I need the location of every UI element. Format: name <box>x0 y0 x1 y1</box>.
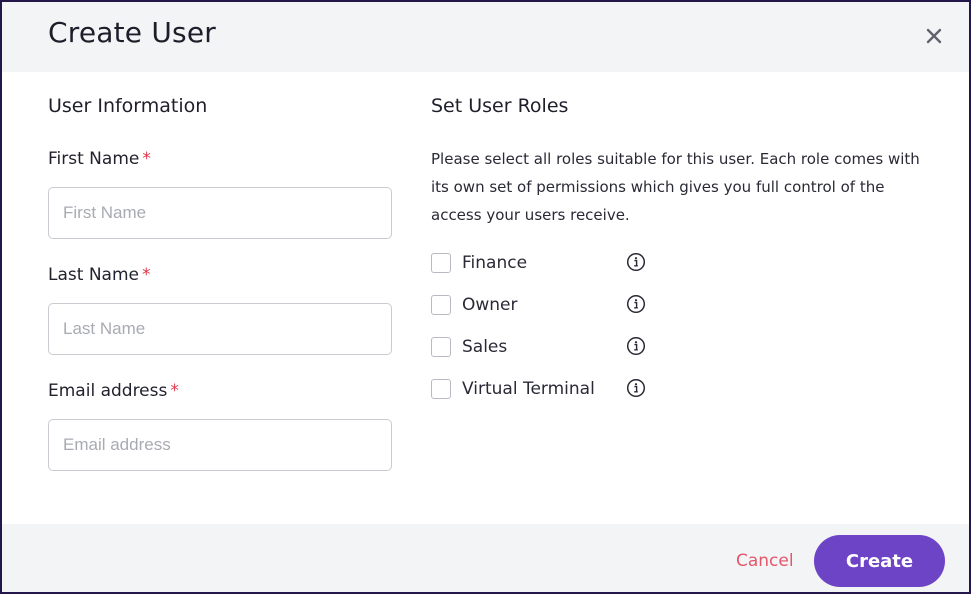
last-name-input[interactable] <box>48 303 392 355</box>
last-name-label: Last Name * <box>48 265 150 285</box>
sales-checkbox[interactable] <box>431 337 451 357</box>
role-finance[interactable]: Finance <box>431 252 527 274</box>
last-name-label-text: Last Name <box>48 265 139 285</box>
virtual-terminal-checkbox[interactable] <box>431 379 451 399</box>
user-information-title: User Information <box>48 95 208 117</box>
cancel-button[interactable]: Cancel <box>736 551 794 571</box>
email-label-text: Email address <box>48 381 168 401</box>
close-button[interactable] <box>918 20 950 52</box>
owner-label: Owner <box>462 295 518 315</box>
info-icon[interactable] <box>626 252 646 272</box>
role-virtual-terminal[interactable]: Virtual Terminal <box>431 378 595 400</box>
info-icon[interactable] <box>626 378 646 398</box>
modal-footer: Cancel Create <box>2 524 969 592</box>
owner-checkbox[interactable] <box>431 295 451 315</box>
role-owner[interactable]: Owner <box>431 294 518 316</box>
sales-label: Sales <box>462 337 508 357</box>
modal-header: Create User <box>2 2 969 72</box>
roles-description: Please select all roles suitable for thi… <box>431 150 920 224</box>
set-user-roles-title: Set User Roles <box>431 95 569 117</box>
email-input[interactable] <box>48 419 392 471</box>
info-icon[interactable] <box>626 336 646 356</box>
finance-checkbox[interactable] <box>431 253 451 273</box>
finance-label: Finance <box>462 253 528 273</box>
close-icon <box>926 28 942 44</box>
first-name-label: First Name * <box>48 149 151 169</box>
info-icon[interactable] <box>626 294 646 314</box>
modal-title: Create User <box>48 16 216 49</box>
required-marker: * <box>141 265 151 285</box>
required-marker: * <box>170 381 179 401</box>
first-name-label-text: First Name <box>48 149 140 169</box>
required-marker: * <box>142 149 151 169</box>
virtual-terminal-label: Virtual Terminal <box>462 379 595 399</box>
first-name-input[interactable] <box>48 187 392 239</box>
email-label: Email address * <box>48 381 179 401</box>
create-button[interactable]: Create <box>814 535 945 587</box>
create-user-modal: Create User User Information First Name *… <box>0 0 971 594</box>
role-sales[interactable]: Sales <box>431 336 507 358</box>
